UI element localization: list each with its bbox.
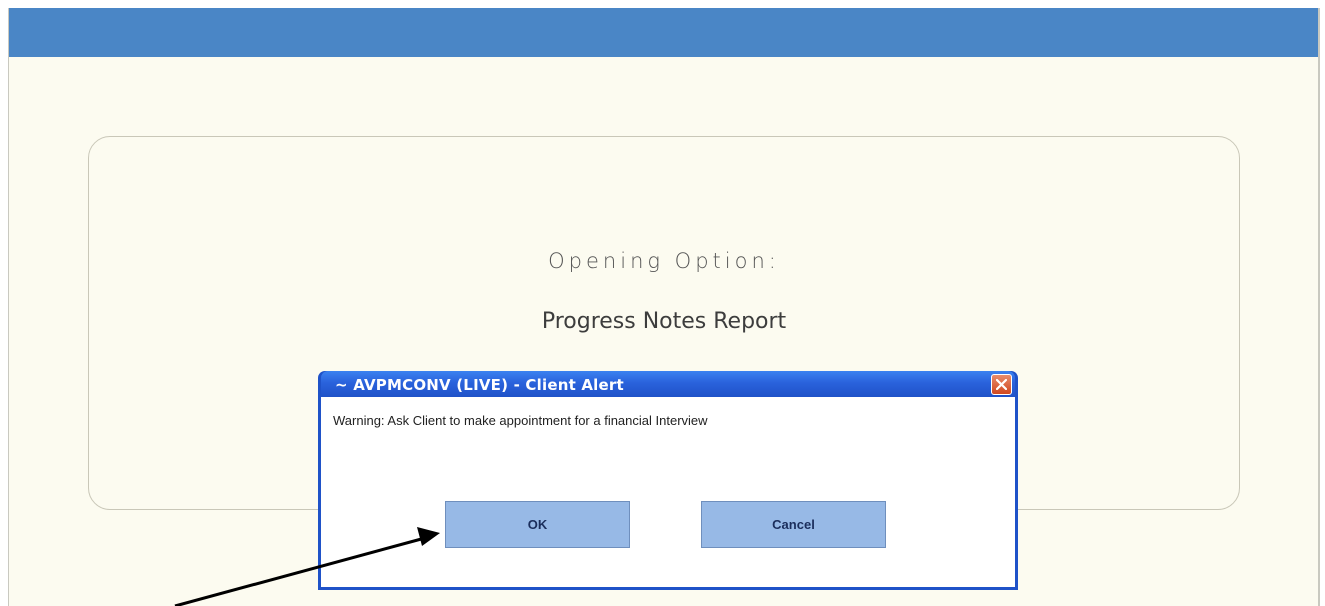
close-icon (996, 379, 1007, 390)
opening-option-value: Progress Notes Report (541, 309, 787, 334)
dialog-titlebar[interactable]: ~ AVPMCONV (LIVE) - Client Alert (321, 371, 1015, 397)
dialog-title: ~ AVPMCONV (LIVE) - Client Alert (335, 376, 624, 394)
ok-button[interactable]: OK (445, 501, 630, 548)
dialog-body: Warning: Ask Client to make appointment … (321, 397, 1015, 587)
client-alert-dialog: ~ AVPMCONV (LIVE) - Client Alert Warning… (318, 371, 1018, 590)
alert-message: Warning: Ask Client to make appointment … (333, 413, 708, 428)
cancel-button[interactable]: Cancel (701, 501, 886, 548)
close-button[interactable] (991, 374, 1012, 395)
top-bar (9, 8, 1318, 57)
opening-option-heading: Opening Option: (548, 249, 780, 273)
